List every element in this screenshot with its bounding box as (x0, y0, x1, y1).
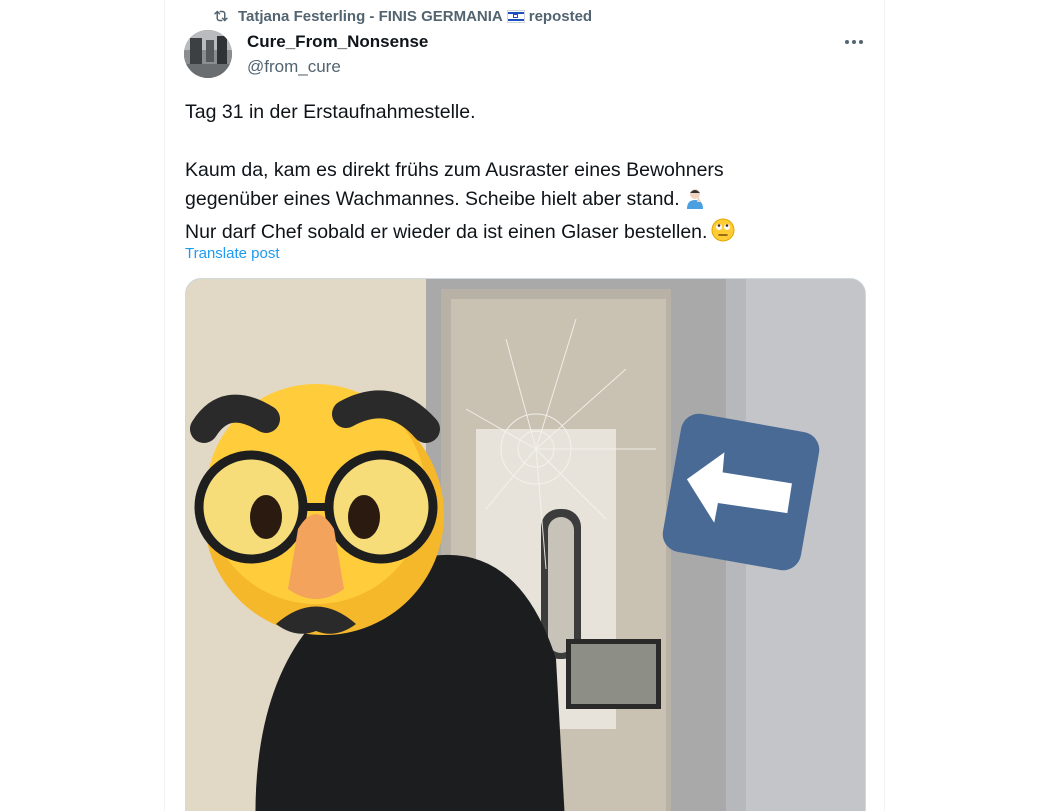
repost-icon (212, 7, 230, 25)
post-text: Tag 31 in der Erstaufnahmestelle. Kaum d… (185, 98, 845, 251)
translate-post-link[interactable]: Translate post (185, 245, 280, 262)
avatar[interactable] (184, 30, 232, 78)
dot (845, 40, 849, 44)
post-line: gegenüber eines Wachmannes. Scheibe hiel… (185, 185, 845, 218)
more-options-button[interactable] (837, 30, 871, 54)
timeline-column: Tatjana Festerling - FINIS GERMANIA repos… (164, 0, 885, 811)
author-handle[interactable]: @from_cure (247, 57, 341, 77)
repost-user[interactable]: Tatjana Festerling - FINIS GERMANIA (238, 8, 503, 25)
dot (859, 40, 863, 44)
left-arrow-sticker (662, 413, 820, 571)
post-line: Tag 31 in der Erstaufnahmestelle. (185, 101, 476, 123)
dot (852, 40, 856, 44)
repost-indicator[interactable]: Tatjana Festerling - FINIS GERMANIA repos… (212, 6, 592, 26)
man-facepalming-emoji (684, 187, 706, 218)
page: Tatjana Festerling - FINIS GERMANIA repos… (0, 0, 1050, 811)
face-with-rolling-eyes-emoji (711, 218, 735, 251)
repost-action: reposted (528, 7, 593, 25)
post-line: Nur darf Chef sobald er wieder da ist ei… (185, 218, 845, 251)
post-line: Kaum da, kam es direkt frühs zum Ausrast… (185, 159, 724, 181)
author-name[interactable]: Cure_From_Nonsense (247, 32, 428, 52)
post-image[interactable] (185, 278, 866, 811)
israel-flag-icon (506, 10, 525, 24)
